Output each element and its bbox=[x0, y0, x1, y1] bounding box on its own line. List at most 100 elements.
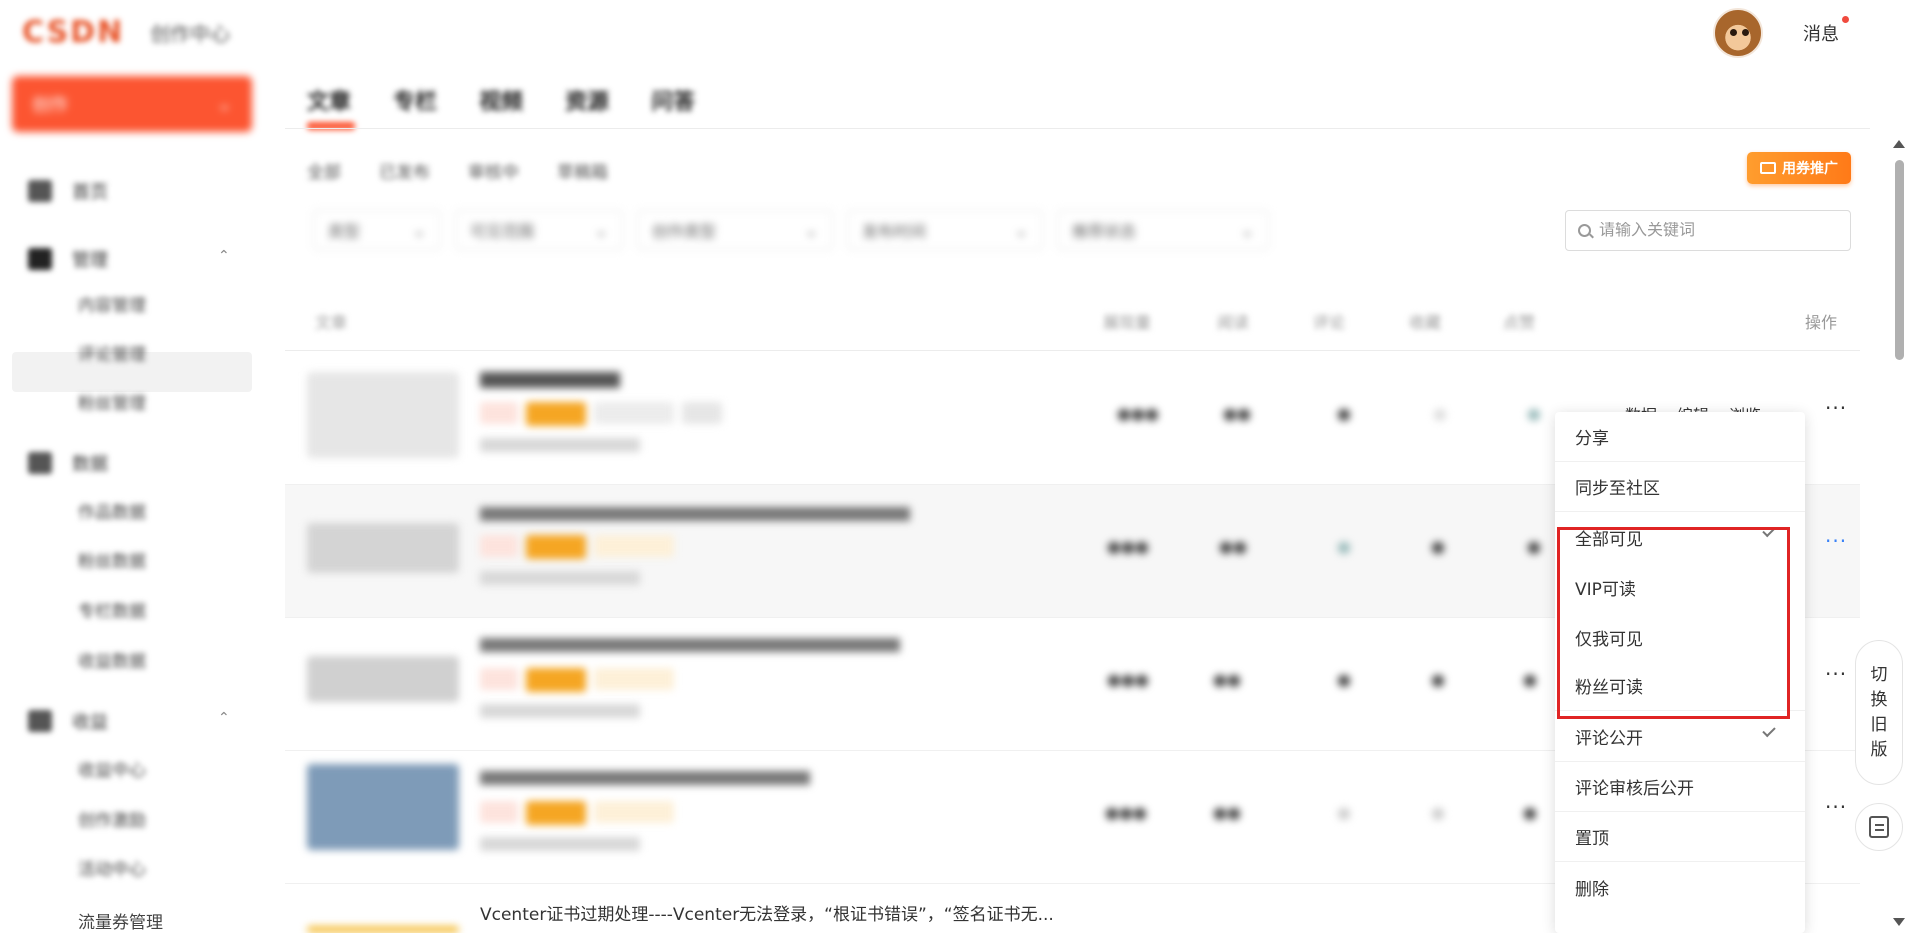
tag bbox=[480, 402, 518, 424]
filter-creation-type[interactable]: 创作类型 ⌄ bbox=[637, 210, 833, 250]
filter-label: 发布时间 bbox=[862, 222, 927, 241]
sidebar-subitem-income-3[interactable]: 活动中心 bbox=[78, 855, 146, 880]
tab-column[interactable]: 专栏 bbox=[393, 84, 437, 116]
chevron-down-icon: ⌄ bbox=[1240, 220, 1254, 240]
chevron-down-icon: ⌄ bbox=[1014, 220, 1028, 240]
more-icon[interactable]: ··· bbox=[1825, 662, 1847, 686]
scrollbar-thumb[interactable] bbox=[1895, 160, 1904, 360]
col-operations: 操作 bbox=[1805, 313, 1838, 332]
home-icon bbox=[28, 180, 52, 202]
article-meta bbox=[480, 438, 640, 452]
tag bbox=[480, 535, 518, 557]
create-label: 创作 bbox=[32, 95, 68, 116]
filter-label: 类型 bbox=[328, 222, 361, 241]
subtab-published[interactable]: 已发布 bbox=[379, 158, 430, 183]
tag bbox=[526, 668, 586, 692]
chevron-up-icon[interactable]: ⌃ bbox=[218, 248, 230, 264]
filter-visibility[interactable]: 可见范围 ⌄ bbox=[455, 210, 623, 250]
more-icon[interactable]: ··· bbox=[1825, 529, 1847, 553]
sidebar-item-home[interactable]: 首页 bbox=[28, 178, 108, 204]
menu-item-comments-review[interactable]: 评论审核后公开 bbox=[1555, 762, 1805, 812]
article-title[interactable] bbox=[480, 771, 810, 785]
tag bbox=[594, 668, 674, 690]
stat-reads: ●● bbox=[1213, 670, 1241, 689]
tab-qa[interactable]: 问答 bbox=[651, 84, 695, 116]
col-reads: 阅读 bbox=[1217, 313, 1250, 332]
filter-label: 推荐状态 bbox=[1072, 222, 1137, 241]
scroll-down-arrow[interactable] bbox=[1893, 918, 1905, 926]
article-title[interactable] bbox=[480, 372, 620, 388]
menu-item-pin-top[interactable]: 置顶 bbox=[1555, 812, 1805, 862]
message-dot-badge bbox=[1842, 16, 1849, 23]
sidebar-subitem-data-3[interactable]: 专栏数据 bbox=[78, 597, 146, 622]
sidebar-subitem-income-1[interactable]: 收益中心 bbox=[78, 756, 146, 781]
stat-comments: ● bbox=[1337, 670, 1351, 689]
menu-item-share[interactable]: 分享 bbox=[1555, 412, 1805, 462]
sidebar-item-income[interactable]: 收益 bbox=[28, 708, 108, 734]
switch-old-char: 切 bbox=[1870, 664, 1888, 685]
sidebar-subitem-data-2[interactable]: 粉丝数据 bbox=[78, 547, 146, 572]
article-thumbnail[interactable] bbox=[307, 372, 459, 458]
sidebar-subitem-traffic[interactable]: 流量券管理 bbox=[78, 908, 163, 933]
coupon-promote-button[interactable]: 用券推广 bbox=[1747, 152, 1851, 184]
chevron-up-icon[interactable]: ⌃ bbox=[218, 710, 230, 726]
article-thumbnail[interactable] bbox=[307, 656, 459, 702]
sidebar-item-label: 收益 bbox=[72, 712, 108, 733]
menu-item-delete[interactable]: 删除 bbox=[1555, 862, 1805, 912]
sidebar-subitem-data-1[interactable]: 作品数据 bbox=[78, 498, 146, 523]
menu-item-label: 评论公开 bbox=[1575, 729, 1643, 749]
filter-publish-time[interactable]: 发布时间 ⌄ bbox=[847, 210, 1043, 250]
article-title[interactable]: Vcenter证书过期处理----Vcenter无法登录，“根证书错误”，“签名… bbox=[480, 900, 1054, 925]
sidebar-subitem-content[interactable]: 内容管理 bbox=[78, 291, 146, 316]
stat-likes: ● bbox=[1523, 803, 1537, 822]
article-thumbnail[interactable] bbox=[307, 764, 459, 850]
menu-item-comments-public[interactable]: 评论公开 bbox=[1555, 712, 1805, 762]
sidebar-item-data[interactable]: 数据 bbox=[28, 450, 108, 476]
stat-favorites: ● bbox=[1431, 670, 1445, 689]
sidebar-item-label: 数据 bbox=[72, 454, 108, 475]
tab-video[interactable]: 视频 bbox=[479, 84, 523, 116]
tag bbox=[594, 402, 674, 424]
stat-comments: ● bbox=[1337, 537, 1351, 556]
create-button[interactable]: 创作 ⌄ bbox=[12, 76, 252, 132]
messages-link[interactable]: 消息 bbox=[1803, 20, 1839, 46]
tab-resource[interactable]: 资源 bbox=[565, 84, 609, 116]
filter-bar: 类型 ⌄ 可见范围 ⌄ 创作类型 ⌄ 发布时间 ⌄ 推荐状态 ⌄ bbox=[313, 210, 1269, 250]
logo[interactable]: CSDN 创作中心 bbox=[22, 14, 230, 50]
stat-comments: ● bbox=[1337, 803, 1351, 822]
table-header: 文章 展现量 阅读 评论 收藏 点赞 操作 bbox=[285, 305, 1870, 335]
chart-icon bbox=[28, 452, 52, 474]
sidebar-subitem-comments[interactable]: 评论管理 bbox=[78, 340, 146, 365]
search-box[interactable] bbox=[1565, 210, 1851, 251]
subtab-all[interactable]: 全部 bbox=[307, 158, 341, 183]
sidebar-subitem-fans[interactable]: 粉丝管理 bbox=[78, 389, 146, 414]
stat-likes: ● bbox=[1527, 537, 1541, 556]
article-title[interactable] bbox=[480, 507, 910, 521]
edit-icon bbox=[1869, 816, 1889, 838]
more-icon[interactable]: ··· bbox=[1825, 396, 1847, 420]
sidebar-subitem-income-2[interactable]: 创作激励 bbox=[78, 806, 146, 831]
tab-article[interactable]: 文章 bbox=[307, 84, 351, 116]
header-divider bbox=[285, 350, 1860, 351]
subtab-drafts[interactable]: 草稿箱 bbox=[557, 158, 608, 183]
menu-item-sync-community[interactable]: 同步至社区 bbox=[1555, 462, 1805, 512]
sidebar-subitem-data-4[interactable]: 收益数据 bbox=[78, 647, 146, 672]
sidebar-item-manage[interactable]: 管理 bbox=[28, 246, 108, 272]
article-thumbnail[interactable] bbox=[307, 523, 459, 573]
more-icon[interactable]: ··· bbox=[1825, 795, 1847, 819]
scroll-up-arrow[interactable] bbox=[1893, 140, 1905, 148]
article-thumbnail[interactable] bbox=[307, 926, 459, 933]
article-meta bbox=[480, 704, 640, 718]
search-input[interactable] bbox=[1599, 221, 1829, 240]
article-tags bbox=[480, 801, 674, 825]
subtab-reviewing[interactable]: 审核中 bbox=[468, 158, 519, 183]
avatar[interactable] bbox=[1713, 8, 1763, 58]
feedback-button[interactable] bbox=[1855, 803, 1903, 851]
article-title[interactable] bbox=[480, 638, 900, 652]
tag bbox=[594, 801, 674, 823]
switch-old-version-button[interactable]: 切 换 旧 版 bbox=[1855, 640, 1903, 785]
chevron-down-icon: ⌄ bbox=[804, 220, 818, 240]
filter-recommend[interactable]: 推荐状态 ⌄ bbox=[1057, 210, 1269, 250]
tag bbox=[526, 801, 586, 825]
filter-type[interactable]: 类型 ⌄ bbox=[313, 210, 441, 250]
